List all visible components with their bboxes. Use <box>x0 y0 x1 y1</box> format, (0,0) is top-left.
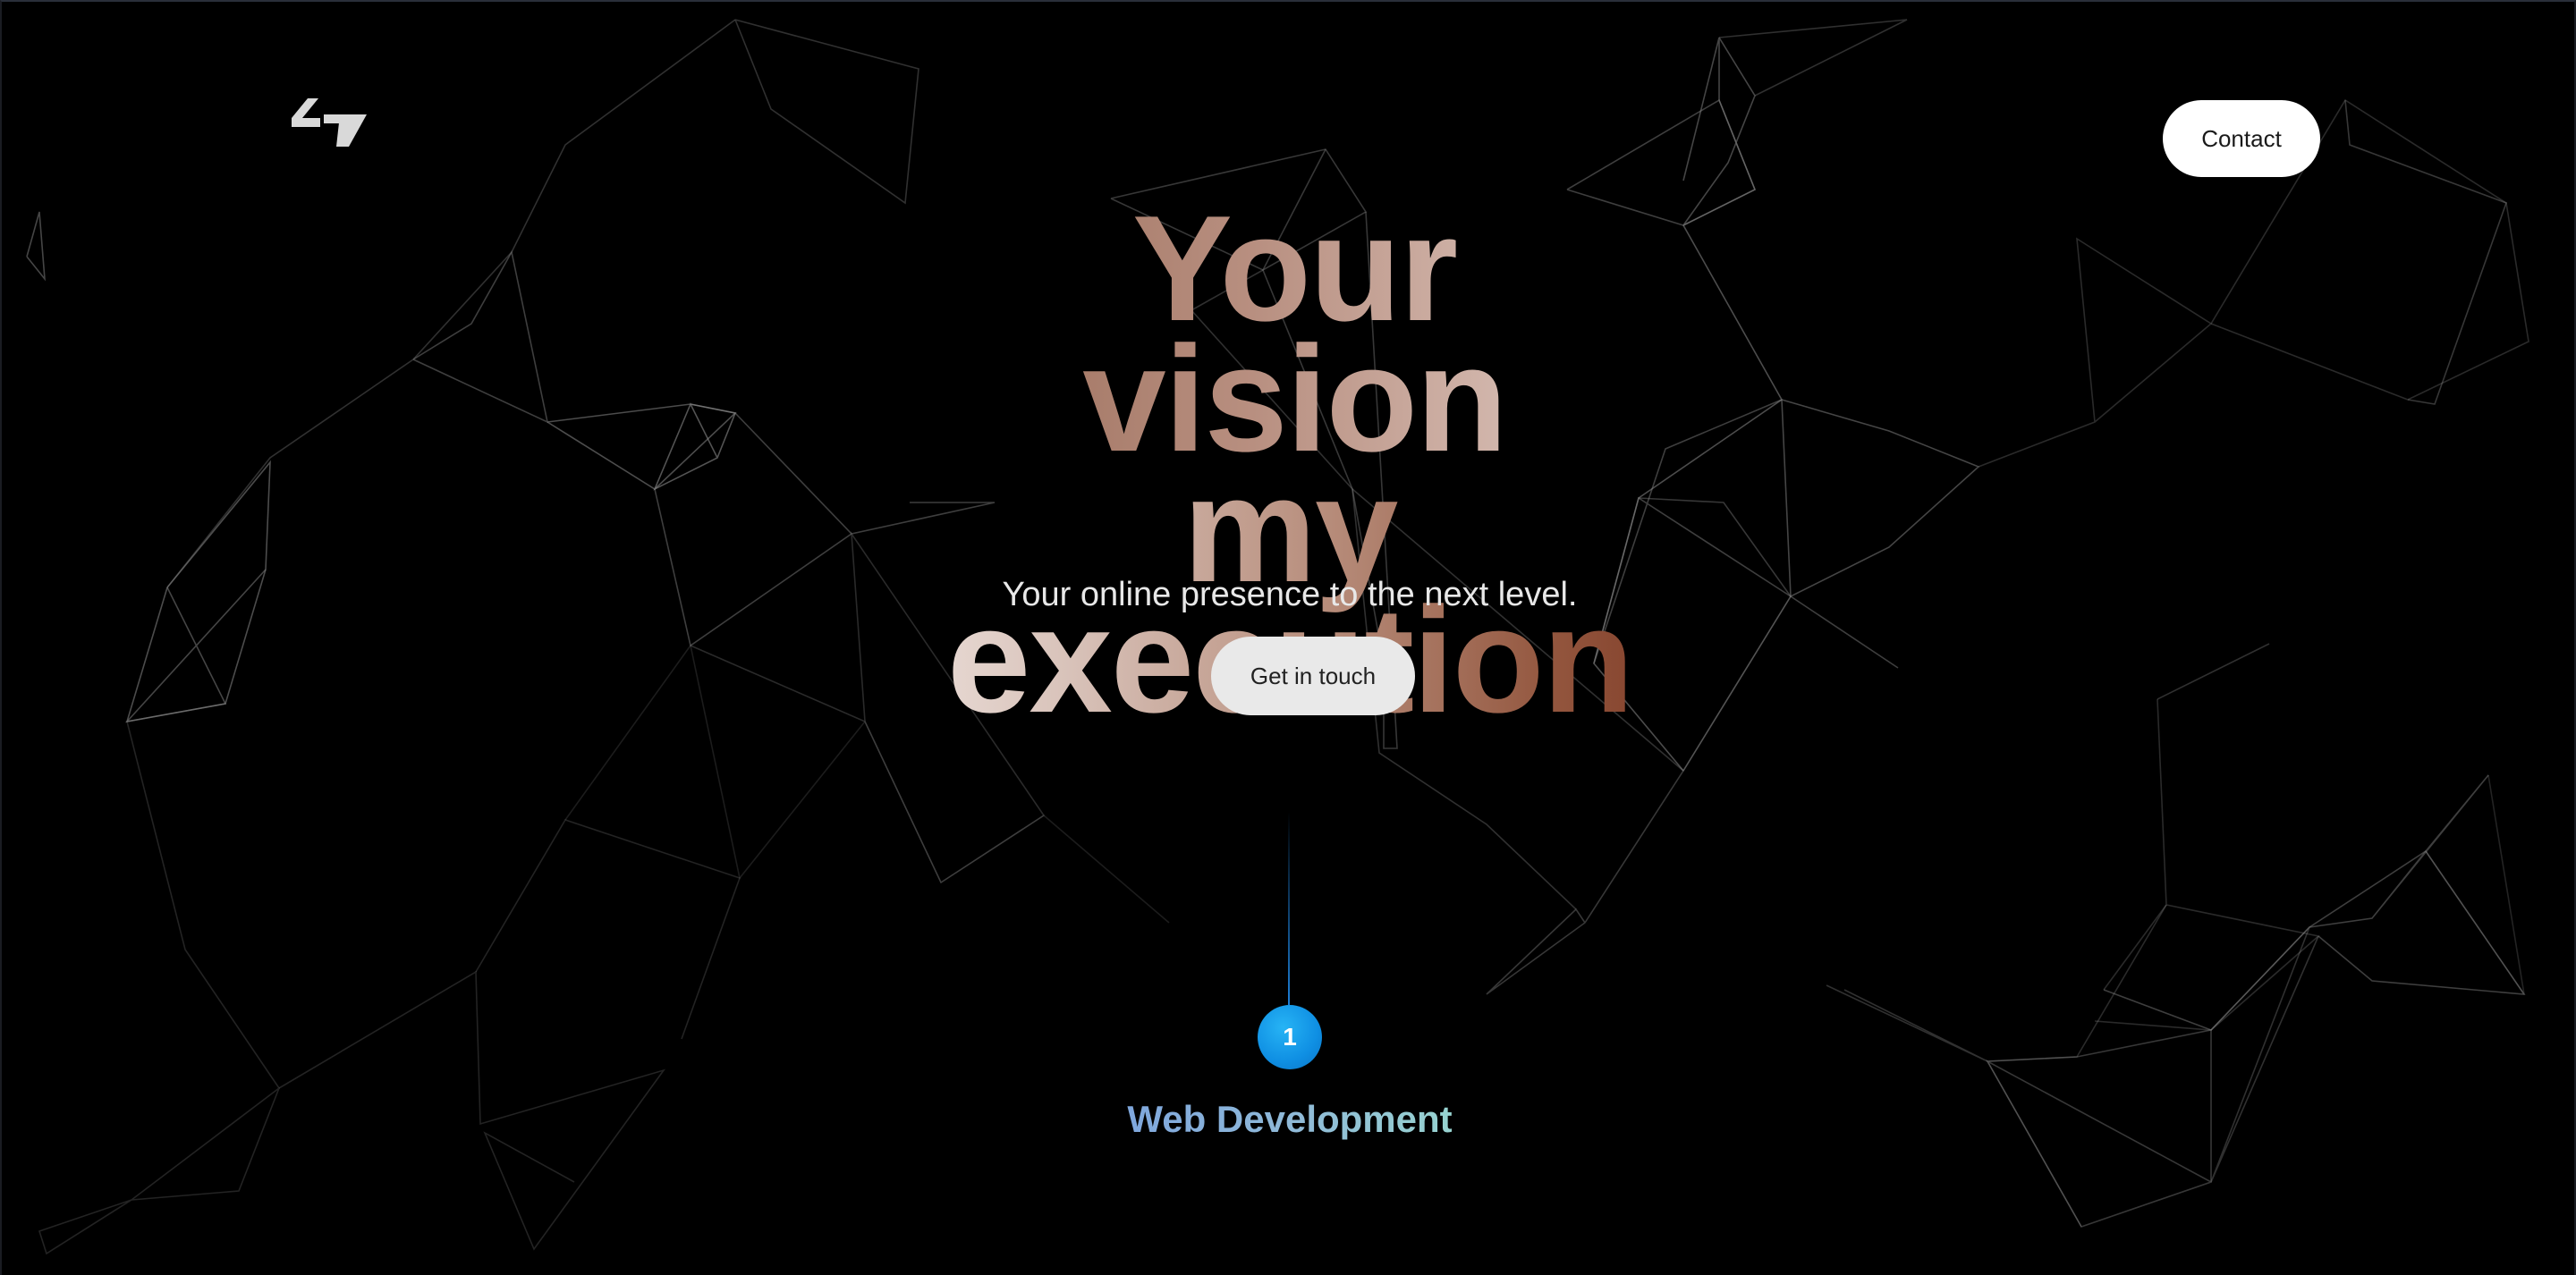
timeline-connector <box>1288 812 1290 1005</box>
hero-subtitle: Your online presence to the next level. <box>1002 576 1578 613</box>
brand-logo-icon[interactable] <box>288 95 370 157</box>
step-number-badge: 1 <box>1258 1005 1322 1069</box>
get-in-touch-button[interactable]: Get in touch <box>1211 637 1415 715</box>
service-step-title: Web Development <box>2 1098 2574 1141</box>
hero-title-line-1: Your vision <box>919 193 1661 474</box>
page: Contact Your vision my execution Your on… <box>0 0 2576 1275</box>
service-step-title-text: Web Development <box>1127 1098 1453 1140</box>
contact-button[interactable]: Contact <box>2163 100 2320 177</box>
